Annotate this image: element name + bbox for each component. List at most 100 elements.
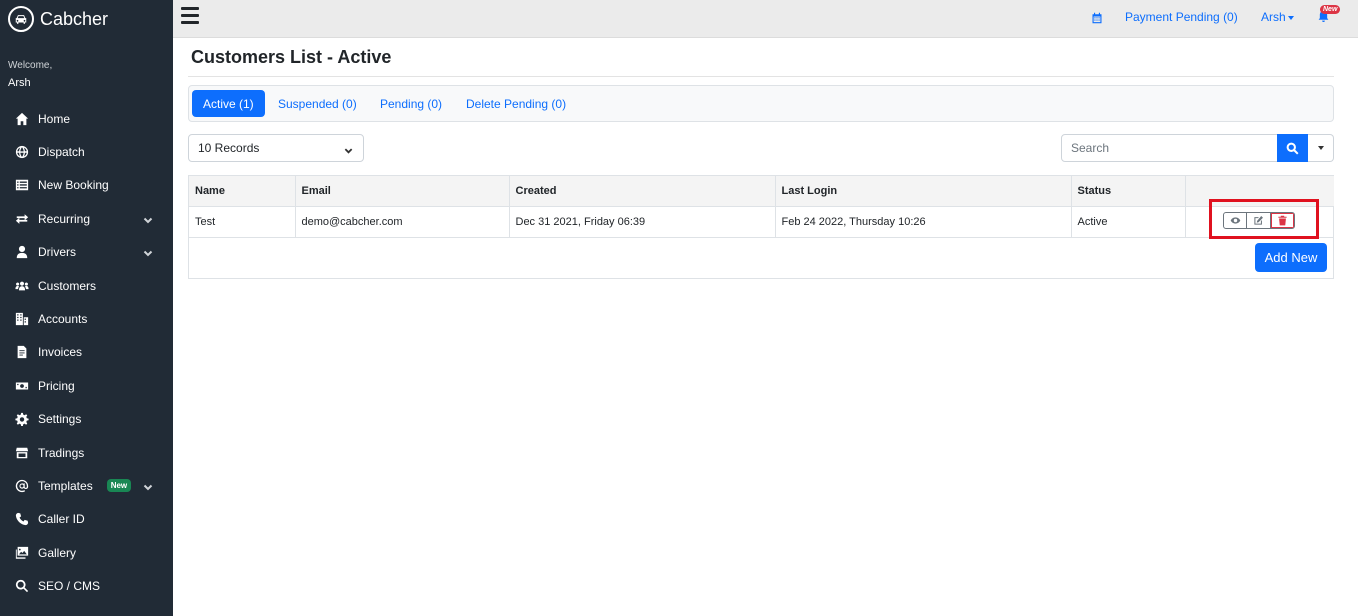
user-icon: [14, 244, 30, 260]
sidebar-item-tradings[interactable]: Tradings: [0, 436, 173, 469]
gear-icon: [14, 411, 30, 427]
cell-created: Dec 31 2021, Friday 06:39: [509, 206, 776, 238]
column-header-email[interactable]: Email: [295, 176, 510, 207]
at-icon: [14, 478, 30, 494]
sidebar-item-label: Settings: [38, 412, 82, 427]
sidebar: Cabcher Welcome, Arsh Home Dispatch New …: [0, 0, 173, 616]
row-action-buttons: [1223, 212, 1295, 229]
images-icon: [14, 545, 30, 561]
sidebar-item-label: Recurring: [38, 211, 91, 226]
payment-pending-link[interactable]: Payment Pending (0): [1125, 10, 1238, 24]
sidebar-item-label: Gallery: [38, 545, 77, 560]
seo-search-icon: [14, 578, 30, 594]
sidebar-item-new-booking[interactable]: New Booking: [0, 169, 173, 202]
sidebar-item-label: Templates: [38, 478, 93, 493]
delete-button[interactable]: [1270, 213, 1294, 228]
sidebar-item-templates[interactable]: Templates New: [0, 469, 173, 502]
view-button[interactable]: [1224, 213, 1248, 228]
sidebar-item-gallery[interactable]: Gallery: [0, 536, 173, 569]
add-new-button[interactable]: Add New: [1255, 243, 1327, 272]
chevron-down-icon: [143, 481, 153, 491]
user-menu[interactable]: Arsh: [1261, 10, 1294, 24]
search-options-dropdown[interactable]: [1308, 134, 1334, 162]
money-icon: [14, 378, 30, 394]
cell-email: demo@cabcher.com: [295, 206, 510, 238]
globe-icon: [14, 144, 30, 160]
eye-icon: [1230, 217, 1240, 224]
sidebar-item-label: Invoices: [38, 345, 83, 360]
sidebar-item-caller-id[interactable]: Caller ID: [0, 503, 173, 536]
file-icon: [14, 344, 30, 360]
sidebar-item-drivers[interactable]: Drivers: [0, 236, 173, 269]
cell-status: Active: [1071, 206, 1186, 238]
sidebar-item-label: New Booking: [38, 178, 109, 193]
brand-name: Cabcher: [40, 8, 109, 29]
tab-suspended[interactable]: Suspended (0): [267, 90, 368, 117]
sidebar-item-recurring[interactable]: Recurring: [0, 202, 173, 235]
list-icon: [14, 177, 30, 193]
page-title: Customers List - Active: [191, 47, 392, 67]
phone-icon: [14, 511, 30, 527]
column-header-created[interactable]: Created: [509, 176, 776, 207]
chevron-down-icon: [143, 247, 153, 257]
sidebar-item-label: Accounts: [38, 312, 88, 327]
caret-down-icon: [1317, 146, 1324, 150]
column-header-status[interactable]: Status: [1071, 176, 1186, 207]
records-per-page-value: 10 Records: [198, 141, 260, 155]
sidebar-username: Arsh: [8, 77, 31, 89]
customers-table: Name Email Created Last Login Status Tes…: [189, 176, 1334, 238]
chevron-down-icon: [143, 214, 153, 224]
cell-last-login: Feb 24 2022, Thursday 10:26: [775, 206, 1072, 238]
sidebar-item-dispatch[interactable]: Dispatch: [0, 135, 173, 168]
topbar: Payment Pending (0) Arsh New: [173, 0, 1358, 38]
notification-new-badge: New: [1320, 5, 1341, 14]
search-input[interactable]: [1061, 134, 1278, 162]
new-badge: New: [106, 479, 132, 493]
sidebar-item-accounts[interactable]: Accounts: [0, 302, 173, 335]
sidebar-item-label: Home: [38, 111, 71, 126]
edit-button[interactable]: [1247, 213, 1271, 228]
building-icon: [14, 311, 30, 327]
sidebar-item-label: Dispatch: [38, 145, 85, 160]
caret-down-icon: [1287, 15, 1294, 20]
repeat-icon: [14, 211, 30, 227]
welcome-text: Welcome,: [8, 60, 53, 71]
sidebar-item-home[interactable]: Home: [0, 102, 173, 135]
user-menu-label: Arsh: [1261, 10, 1286, 24]
status-tabs: Active (1) Suspended (0) Pending (0) Del…: [188, 85, 1334, 122]
home-icon: [14, 111, 30, 127]
sidebar-item-label: Pricing: [38, 378, 75, 393]
sidebar-item-label: Customers: [38, 278, 97, 293]
search-button[interactable]: [1277, 134, 1308, 162]
menu-toggle-icon[interactable]: [181, 7, 199, 25]
customers-table-container: Name Email Created Last Login Status Tes…: [188, 175, 1334, 279]
column-header-last-login[interactable]: Last Login: [775, 176, 1072, 207]
tab-delete-pending[interactable]: Delete Pending (0): [455, 90, 577, 117]
search-icon: [1286, 142, 1299, 154]
sidebar-item-label: Tradings: [38, 445, 85, 460]
table-header-row: Name Email Created Last Login Status: [189, 176, 1334, 207]
chevron-down-icon: [344, 144, 353, 154]
calendar-icon[interactable]: [1091, 11, 1103, 24]
tab-pending[interactable]: Pending (0): [369, 90, 453, 117]
table-row: Test demo@cabcher.com Dec 31 2021, Frida…: [189, 206, 1334, 238]
title-divider: [188, 76, 1334, 77]
sidebar-item-customers[interactable]: Customers: [0, 269, 173, 302]
sidebar-item-seo-cms[interactable]: SEO / CMS: [0, 569, 173, 602]
store-icon: [14, 445, 30, 461]
cell-name: Test: [189, 206, 296, 238]
sidebar-item-label: Caller ID: [38, 512, 85, 527]
column-header-name[interactable]: Name: [189, 176, 296, 207]
sidebar-item-invoices[interactable]: Invoices: [0, 336, 173, 369]
sidebar-item-settings[interactable]: Settings: [0, 403, 173, 436]
sidebar-item-label: SEO / CMS: [38, 579, 101, 594]
sidebar-item-pricing[interactable]: Pricing: [0, 369, 173, 402]
records-per-page-select[interactable]: 10 Records: [188, 134, 364, 162]
tab-active[interactable]: Active (1): [192, 90, 265, 117]
users-icon: [14, 278, 30, 294]
sidebar-nav: Home Dispatch New Booking Recurring Driv…: [0, 102, 173, 603]
trash-icon: [1278, 215, 1287, 226]
car-icon: [8, 6, 34, 32]
edit-icon: [1254, 216, 1263, 225]
brand[interactable]: Cabcher: [8, 5, 108, 33]
